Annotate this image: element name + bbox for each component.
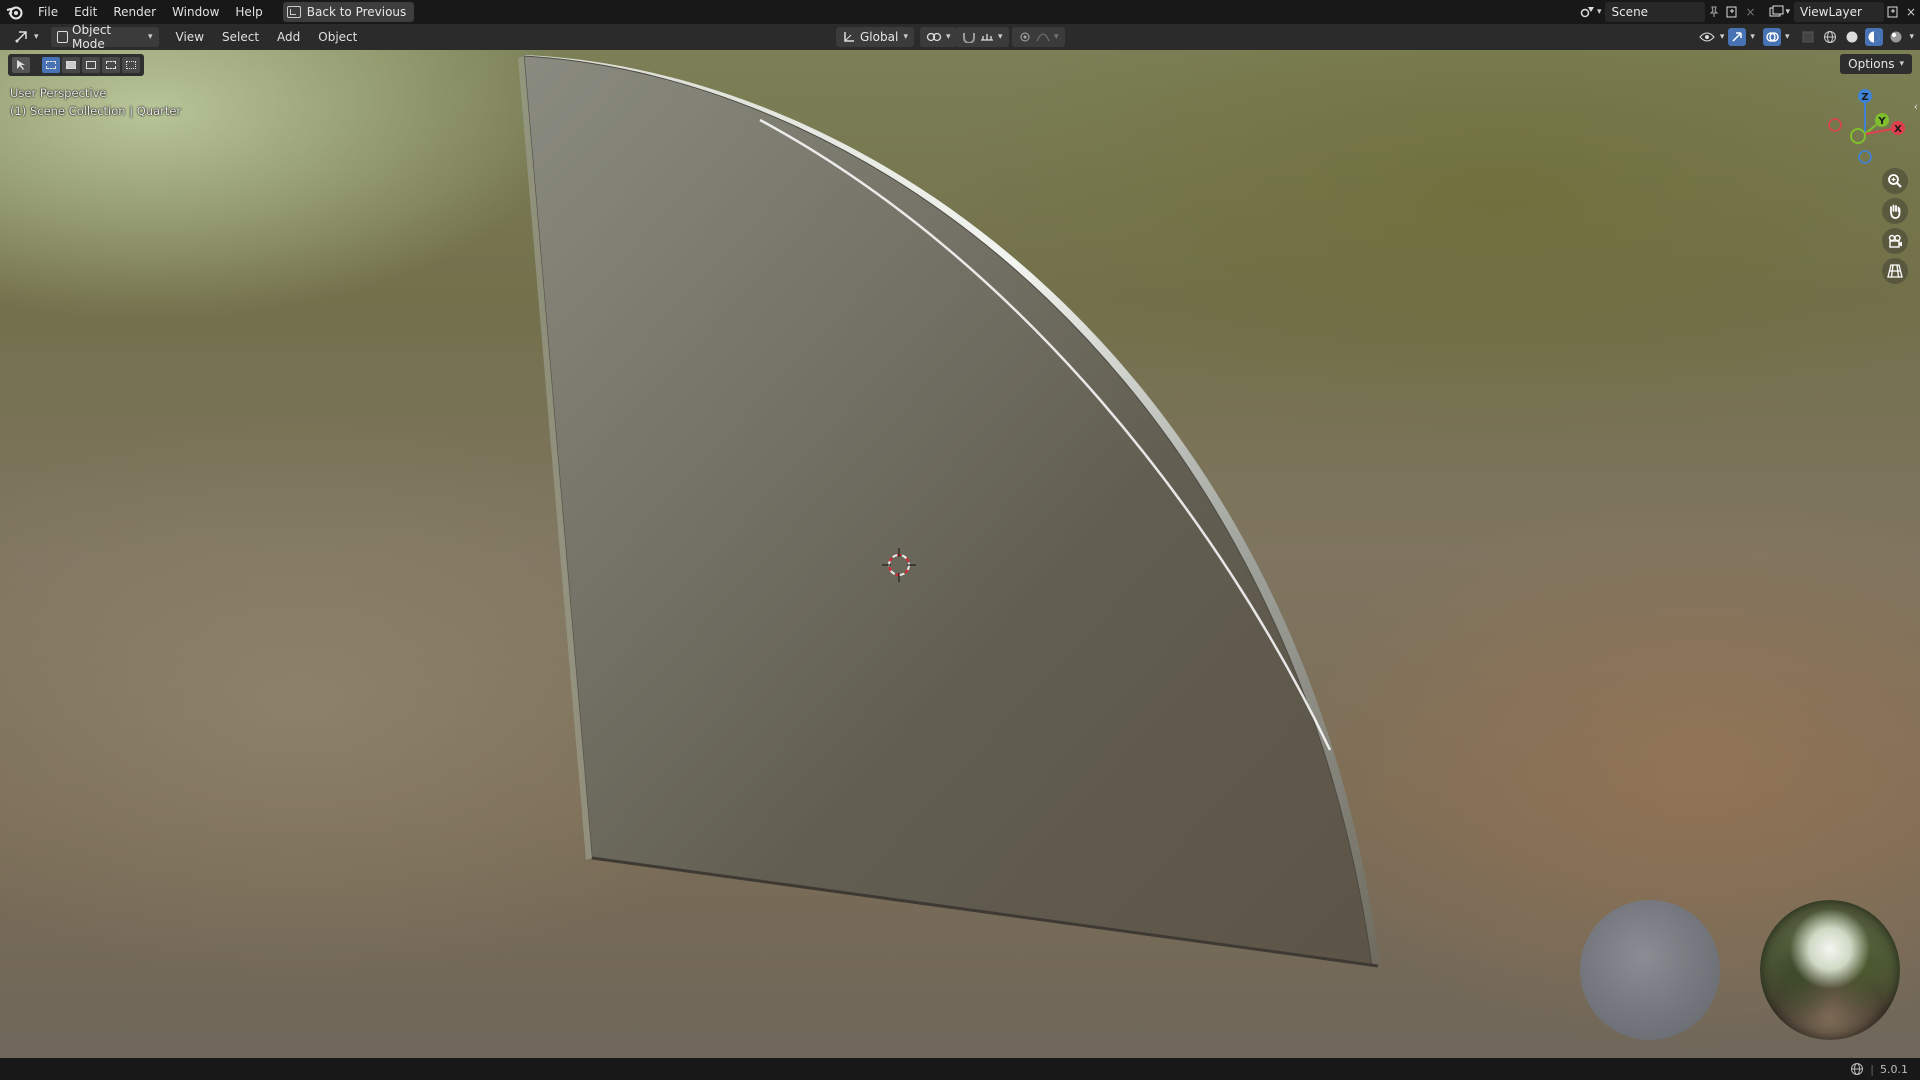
solid-shading-icon[interactable]	[1843, 28, 1861, 46]
orientation-chevron-icon: ▾	[903, 32, 908, 42]
collection-info-label: (1) Scene Collection | Quarter	[10, 104, 182, 118]
new-view-layer-icon[interactable]	[1884, 3, 1902, 21]
select-box-invert-icon[interactable]	[102, 57, 120, 73]
back-button-label: Back to Previous	[306, 5, 407, 19]
falloff-chevron-icon: ▾	[1054, 32, 1059, 42]
rendered-shading-icon[interactable]	[1887, 28, 1905, 46]
options-dropdown[interactable]: Options ▾	[1840, 54, 1912, 74]
menu-add[interactable]: Add	[268, 24, 309, 50]
orthographic-grid-icon[interactable]	[1882, 258, 1908, 284]
menu-object[interactable]: Object	[309, 24, 366, 50]
options-chevron-icon: ▾	[1899, 59, 1904, 69]
view-name-label: User Perspective	[10, 86, 107, 100]
scene-name: Scene	[1611, 5, 1649, 19]
select-box-subtract-icon[interactable]	[82, 57, 100, 73]
magnet-icon	[963, 33, 975, 43]
select-box-intersect-icon[interactable]	[122, 57, 140, 73]
menu-select[interactable]: Select	[213, 24, 268, 50]
visibility-icon[interactable]	[1698, 28, 1716, 46]
menu-edit[interactable]: Edit	[66, 0, 105, 24]
status-divider: |	[1870, 1062, 1874, 1076]
select-tool-icon[interactable]	[12, 57, 30, 73]
visibility-chevron-icon[interactable]: ▾	[1720, 32, 1725, 42]
falloff-icon	[1036, 33, 1050, 42]
shading-chevron-icon[interactable]: ▾	[1909, 32, 1914, 42]
delete-scene-icon[interactable]: ×	[1741, 3, 1759, 21]
editor-type-button[interactable]: ▾	[8, 27, 45, 47]
gizmo-toggle-icon[interactable]	[1728, 28, 1747, 46]
overlays-toggle-icon[interactable]	[1762, 28, 1781, 46]
pin-icon[interactable]	[1705, 3, 1723, 21]
status-bar: | 5.0.1	[0, 1058, 1920, 1080]
select-box-extend-icon[interactable]	[62, 57, 80, 73]
xray-toggle-icon[interactable]	[1799, 28, 1817, 46]
viewport-header: ▾ Object Mode ▾ View Select Add Object G…	[0, 23, 1920, 51]
select-box-new-icon[interactable]	[42, 57, 60, 73]
gizmo-neg-y-axis[interactable]	[1850, 128, 1866, 144]
pivot-chevron-icon: ▾	[946, 32, 951, 42]
top-menu-bar: File Edit Render Window Help Back to Pre…	[0, 0, 1920, 24]
menu-view[interactable]: View	[167, 24, 213, 50]
delete-view-layer-icon[interactable]: ×	[1902, 3, 1920, 21]
object-mode-dropdown[interactable]: Object Mode ▾	[50, 23, 159, 51]
blender-logo-icon[interactable]	[0, 0, 30, 24]
scene-name-field[interactable]: Scene	[1605, 2, 1706, 22]
view-layer-name: ViewLayer	[1800, 5, 1862, 19]
scene-chevron-icon[interactable]: ▾	[1597, 7, 1602, 17]
proportional-edit-icon	[1020, 32, 1030, 42]
view-layer-chevron-icon[interactable]: ▾	[1785, 7, 1790, 17]
object-mode-icon	[56, 31, 69, 43]
snap-toggle[interactable]: ▾	[956, 27, 1009, 47]
navigation-gizmo[interactable]: Z Y X	[1820, 84, 1910, 174]
gizmo-z-label: Z	[1861, 92, 1868, 103]
select-tool-row	[8, 54, 144, 76]
gizmo-neg-z-axis[interactable]	[1858, 150, 1872, 164]
scene-type-icon[interactable]	[1579, 3, 1597, 21]
menu-window[interactable]: Window	[164, 0, 227, 24]
back-icon	[286, 6, 301, 18]
overlays-chevron-icon[interactable]: ▾	[1785, 32, 1790, 42]
pivot-point-dropdown[interactable]: ▾	[920, 27, 957, 47]
view-layer-icon[interactable]	[1767, 3, 1785, 21]
orientation-label: Global	[860, 30, 899, 44]
3d-viewport[interactable]: User Perspective (1) Scene Collection | …	[0, 50, 1920, 1058]
snap-chevron-icon: ▾	[998, 32, 1003, 42]
back-to-previous-button[interactable]: Back to Previous	[282, 2, 415, 22]
orientation-icon	[844, 32, 854, 42]
gizmo-chevron-icon[interactable]: ▾	[1750, 32, 1755, 42]
editor-type-chevron-icon: ▾	[34, 32, 39, 42]
lookdev-matcap-sphere	[1580, 900, 1720, 1040]
mode-label: Object Mode	[72, 23, 112, 51]
lookdev-hdri-sphere	[1760, 900, 1900, 1040]
network-globe-icon[interactable]	[1850, 1062, 1864, 1076]
camera-view-icon[interactable]	[1882, 228, 1908, 254]
view-layer-field[interactable]: ViewLayer	[1794, 2, 1884, 22]
mode-chevron-icon: ▾	[148, 32, 153, 42]
version-label: 5.0.1	[1880, 1062, 1908, 1076]
wireframe-shading-icon[interactable]	[1821, 28, 1839, 46]
menu-file[interactable]: File	[30, 0, 66, 24]
gizmo-x-label: X	[1894, 124, 1902, 135]
material-preview-shading-icon[interactable]	[1865, 28, 1884, 46]
sidebar-toggle-icon[interactable]: ‹	[1914, 100, 1918, 113]
menu-render[interactable]: Render	[105, 0, 164, 24]
gizmo-y-label: Y	[1877, 116, 1886, 127]
scene-selector-group: ▾ Scene × ▾ ViewLayer ×	[1579, 0, 1920, 24]
menu-help[interactable]: Help	[227, 0, 270, 24]
viewport-shading-group: ▾ ▾ ▾ ▾	[1698, 27, 1914, 47]
options-label: Options	[1848, 57, 1895, 71]
editor-type-icon	[15, 31, 27, 43]
zoom-icon[interactable]	[1882, 168, 1908, 194]
pivot-icon	[926, 32, 942, 42]
proportional-editing-toggle[interactable]: ▾	[1012, 27, 1065, 47]
pan-hand-icon[interactable]	[1882, 198, 1908, 224]
snap-increment-icon	[981, 34, 993, 41]
transform-orientation-dropdown[interactable]: Global ▾	[836, 27, 914, 47]
new-scene-icon[interactable]	[1723, 3, 1741, 21]
gizmo-neg-x-axis[interactable]	[1828, 118, 1842, 132]
